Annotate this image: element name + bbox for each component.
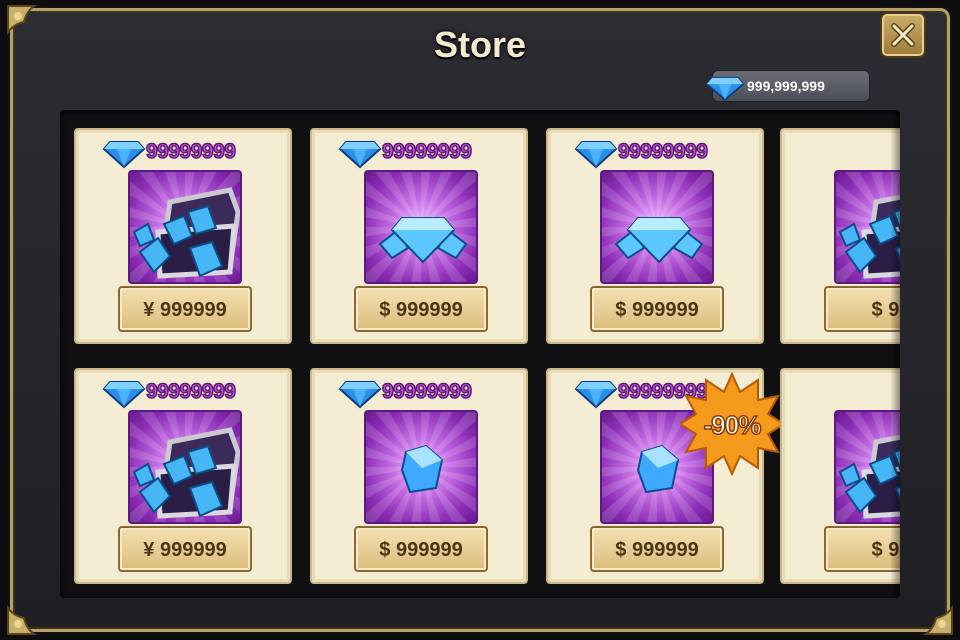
- buy-button[interactable]: $ 99: [824, 286, 900, 332]
- gem-amount: 99999999: [145, 379, 236, 403]
- blue-diamond-icon: [574, 381, 618, 409]
- price-label: $ 999999: [379, 539, 463, 561]
- blue-diamond-icon: [705, 76, 745, 101]
- blue-diamond-icon: [574, 141, 618, 169]
- buy-button[interactable]: $ 999999: [590, 526, 724, 572]
- price-label: $ 99: [871, 299, 900, 321]
- discount-label: -90%: [703, 409, 762, 441]
- treasure-chest-icon: [132, 187, 240, 279]
- product-art: [364, 170, 478, 284]
- close-button[interactable]: [880, 12, 926, 58]
- close-x-icon: [891, 23, 915, 47]
- buy-button[interactable]: $ 999999: [354, 286, 488, 332]
- product-card[interactable]: 99999999 ¥ 999999: [74, 368, 292, 584]
- gem-balance: 999,999,999: [705, 70, 870, 102]
- blue-diamond-icon: [338, 381, 382, 409]
- gem-amount: 99999999: [381, 139, 472, 163]
- buy-button[interactable]: $ 99: [824, 526, 900, 572]
- product-grid: 99999999 ¥ 999999 99999999 $ 999999 99999999…: [60, 110, 900, 598]
- price-label: $ 999999: [379, 299, 463, 321]
- gem-pile-icon: [614, 217, 704, 264]
- buy-button[interactable]: ¥ 999999: [118, 286, 252, 332]
- product-card[interactable]: $ 99: [780, 368, 900, 584]
- single-gem-icon: [400, 444, 444, 494]
- product-art: [128, 170, 242, 284]
- buy-button[interactable]: $ 999999: [590, 286, 724, 332]
- product-card[interactable]: 99999999 $ 999999: [546, 128, 764, 344]
- price-label: $ 999999: [615, 539, 699, 561]
- buy-button[interactable]: $ 999999: [354, 526, 488, 572]
- ornament-corner-icon: [910, 592, 956, 638]
- blue-diamond-icon: [102, 141, 146, 169]
- blue-diamond-icon: [102, 381, 146, 409]
- product-card[interactable]: 99999999 $ 999999: [310, 368, 528, 584]
- product-card[interactable]: 99999999 $ 999999: [310, 128, 528, 344]
- price-label: ¥ 999999: [143, 299, 227, 321]
- gem-amount: 99999999: [617, 139, 708, 163]
- scroll-fade: [890, 110, 900, 598]
- product-art: [128, 410, 242, 524]
- product-art: [364, 410, 478, 524]
- gem-amount: 99999999: [145, 139, 236, 163]
- gem-amount: 99999999: [381, 379, 472, 403]
- gem-pile-icon: [378, 217, 468, 264]
- discount-badge: -90%: [678, 371, 786, 477]
- buy-button[interactable]: ¥ 999999: [118, 526, 252, 572]
- price-label: $ 99: [871, 539, 900, 561]
- blue-diamond-icon: [338, 141, 382, 169]
- store-title: Store: [433, 24, 527, 65]
- price-label: $ 999999: [615, 299, 699, 321]
- ornament-corner-icon: [4, 592, 50, 638]
- product-card[interactable]: $ 99: [780, 128, 900, 344]
- treasure-chest-icon: [132, 427, 240, 519]
- product-card[interactable]: 99999999 ¥ 999999: [74, 128, 292, 344]
- price-label: ¥ 999999: [143, 539, 227, 561]
- gem-balance-value: 999,999,999: [747, 78, 825, 94]
- product-art: [600, 170, 714, 284]
